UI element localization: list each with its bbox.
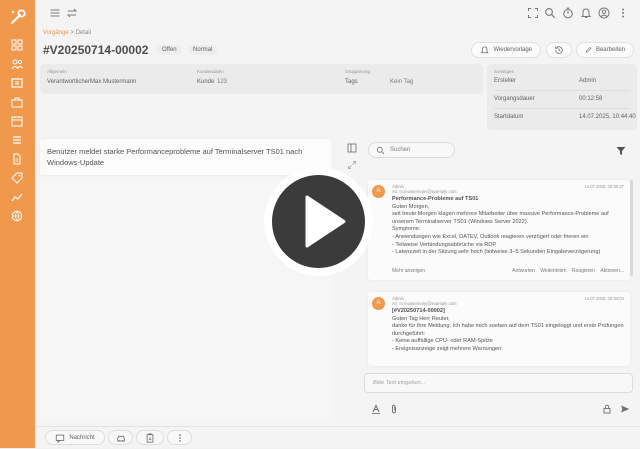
play-icon (305, 195, 346, 248)
play-button[interactable] (264, 167, 373, 276)
